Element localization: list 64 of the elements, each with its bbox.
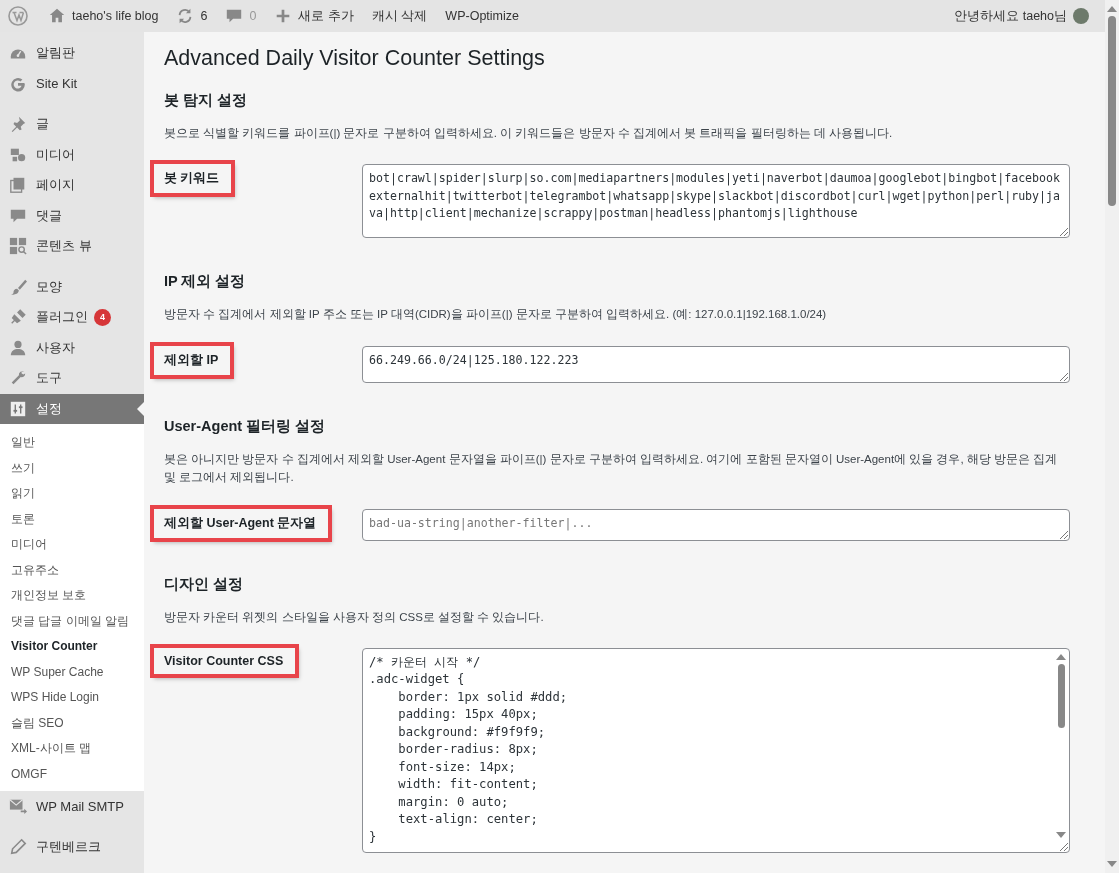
section-description: 방문자 카운터 위젯의 스타일을 사용자 정의 CSS로 설정할 수 있습니다. [164, 609, 545, 625]
wordpress-logo-icon[interactable] [8, 6, 28, 26]
submenu-item[interactable]: Visitor Counter [0, 634, 144, 660]
submenu-item[interactable]: 일반 [0, 430, 144, 456]
person-icon [9, 338, 27, 357]
admin-bar-link[interactable]: WP-Optimize [445, 9, 519, 23]
menu-item[interactable]: 도구 [0, 363, 144, 394]
text-area[interactable]: bot|crawl|spider|slurp|so.com|mediapartners|modules|yeti|naverbot|daumoa|googlebot|bingbot|facebookexternalhit|twitterbot|telegrambot|whatsapp|skype|slackbot|discordbot|curl|wget|python|perl|ruby|java|http|client|mechanize|scrappy|postman|headless|phantomjs|lighthouse [362, 164, 1070, 239]
new-content-link[interactable]: 새로 추가 [274, 7, 354, 25]
menu-item[interactable]: 콘텐츠 뷰 [0, 231, 144, 262]
menu-item[interactable]: 구텐베르크 [0, 831, 144, 862]
avatar-icon[interactable] [1073, 8, 1089, 24]
updates-link[interactable]: 6 [176, 7, 208, 25]
menu-item[interactable]: WP Mail SMTP [0, 791, 144, 822]
pages-icon [9, 176, 27, 195]
page-title: Advanced Daily Visitor Counter Settings [164, 46, 546, 71]
menu-item[interactable]: 페이지 [0, 170, 144, 201]
text-area[interactable]: bad-ua-string|another-filter|... [362, 508, 1070, 541]
section-heading: User-Agent 필터링 설정 [164, 416, 327, 436]
admin-bar-link[interactable]: 캐시 삭제 [371, 7, 428, 25]
home-icon [48, 7, 66, 25]
menu-item[interactable]: 설정 [0, 393, 144, 424]
submenu-item[interactable]: 슬림 SEO [0, 710, 144, 736]
section-heading: 디자인 설정 [164, 574, 245, 594]
sliders-icon [9, 399, 27, 418]
count-badge: 4 [94, 308, 111, 326]
section-description: 방문자 수 집계에서 제외할 IP 주소 또는 IP 대역(CIDR)을 파이프(|) 문자로 구분하여 입력하세요. (예: 127.0.0.1|192.168.1.0/24) [164, 307, 828, 323]
submenu-item[interactable]: WPS Hide Login [0, 685, 144, 711]
pin-icon [9, 115, 27, 134]
field-label: 봇 키워드 [152, 162, 234, 196]
section-description: 봇으로 식별할 키워드를 파이프(|) 문자로 구분하여 입력하세요. 이 키워드들은 방문자 수 집계에서 봇 트래픽을 필터링하는 데 사용됩니다. [164, 126, 894, 141]
site-name-link[interactable]: taeho's life blog [48, 7, 159, 25]
scrollbar[interactable] [1105, 0, 1119, 873]
paintbrush-icon [9, 277, 27, 296]
field-label: 제외할 User-Agent 문자열 [152, 506, 331, 540]
greeting-link[interactable]: 안녕하세요 taeho님 [954, 7, 1067, 25]
menu-item[interactable]: 미디어 [0, 139, 144, 170]
submenu-item[interactable]: XML-사이트 맵 [0, 736, 144, 762]
envelope-arrow-icon [9, 797, 27, 816]
menu-item[interactable]: Site Kit [0, 68, 144, 99]
submenu-item[interactable]: 고유주소 [0, 557, 144, 583]
menu-item[interactable]: 플러그인 4 [0, 302, 144, 333]
submenu-item[interactable]: 토론 [0, 506, 144, 532]
text-area[interactable]: /* 카운터 시작 */ .adc-widget { border: 1px solid #ddd; padding: 15px 40px; background: #f9f9f9; border-radius: 8px; font-size: 14px; width: fit-content; margin: 0 auto; text-align: center; } [362, 647, 1070, 853]
submenu-item[interactable]: 쓰기 [0, 455, 144, 481]
menu-item[interactable]: 모양 [0, 271, 144, 302]
submenu-item[interactable]: 댓글 답글 이메일 알림 [0, 608, 144, 634]
field-label: Visitor Counter CSS [152, 645, 298, 676]
menu-item[interactable]: 사용자 [0, 332, 144, 363]
submenu-item[interactable]: 미디어 [0, 532, 144, 558]
section-description: 봇은 아니지만 방문자 수 집계에서 제외할 User-Agent 문자열을 파이프(|) 문자로 구분하여 입력하세요. 여기에 포함된 문자열이 User-Agent에 있을 경우, 해당 방문은 집계 및 로그에서 제외됩니다. [164, 451, 1059, 486]
submenu-item[interactable]: 읽기 [0, 481, 144, 507]
menu-item[interactable]: 알림판 [0, 38, 144, 69]
pencil-icon [9, 837, 27, 856]
menu-item[interactable]: 댓글 [0, 200, 144, 231]
submenu-item[interactable]: WP Super Cache [0, 659, 144, 685]
text-area[interactable]: 66.249.66.0/24|125.180.122.223 [362, 345, 1070, 383]
menu-item[interactable]: 글 [0, 109, 144, 140]
submenu-item[interactable]: 개인정보 보호 [0, 583, 144, 609]
field-label: 제외할 IP [152, 343, 233, 377]
section-heading: IP 제외 설정 [164, 272, 247, 292]
grid-search-icon [9, 237, 27, 256]
submenu-item[interactable]: OMGF [0, 761, 144, 787]
section-heading: 봇 탐지 설정 [164, 91, 249, 110]
